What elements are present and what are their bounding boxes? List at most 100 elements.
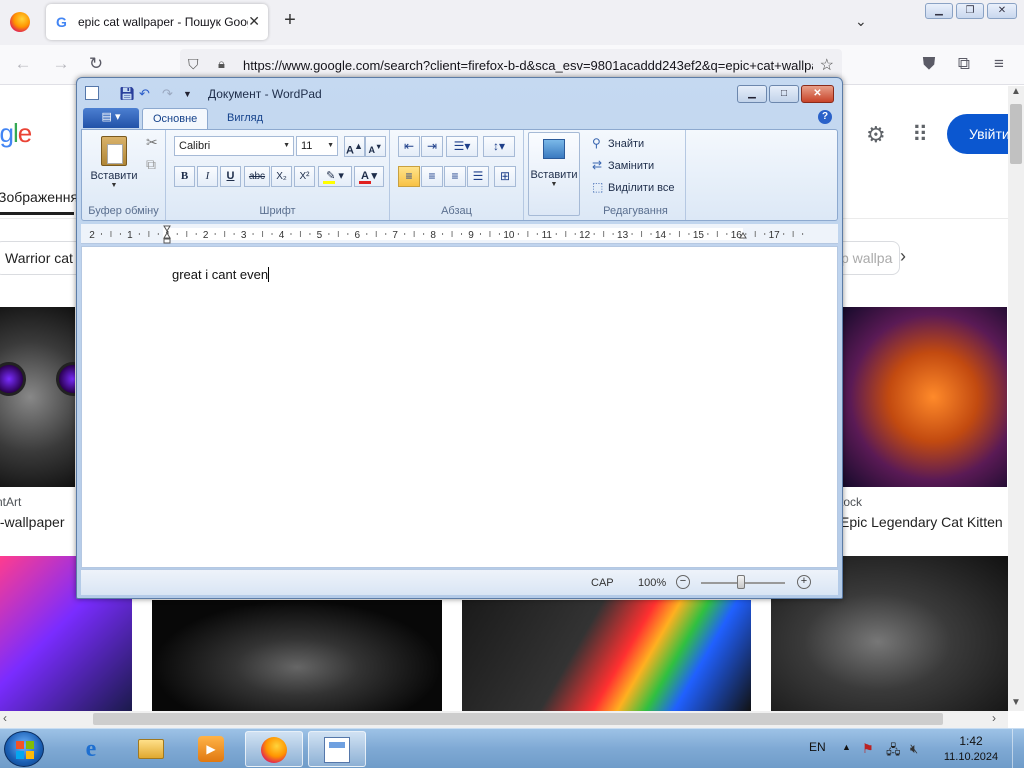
wordpad-title-bar[interactable]: 💾︎ ↶ ↷ ▼ Документ - WordPad ▁ □ ✕ [77, 78, 842, 108]
minimize-button[interactable]: ▁ [737, 85, 767, 103]
undo-icon[interactable]: ↶ [139, 86, 150, 102]
superscript-button[interactable]: X² [294, 166, 315, 187]
show-hidden-icons-arrow-icon[interactable]: ▲ [842, 742, 851, 752]
action-center-flag-icon[interactable]: ⚑ [862, 741, 874, 757]
bookmark-star-icon[interactable]: ☆ [820, 55, 834, 75]
url-text[interactable]: https://www.google.com/search?client=fir… [243, 58, 813, 73]
select-all-button[interactable]: ⬚ Виділити все [592, 180, 674, 194]
clock-time[interactable]: 1:42 [950, 734, 992, 748]
horizontal-scrollbar-thumb[interactable] [93, 713, 943, 725]
tab-view[interactable]: Вигляд [217, 108, 273, 129]
ruler[interactable]: 211234567891011121314151617 [81, 224, 838, 244]
find-button[interactable]: ⚲ Знайти [592, 136, 644, 150]
zoom-out-button[interactable]: − [676, 575, 690, 589]
shrink-font-button[interactable]: A▼ [365, 136, 386, 157]
vertical-scrollbar-thumb[interactable] [1010, 104, 1022, 164]
browser-tab[interactable]: G epic cat wallpaper - Пошук Google ✕ [46, 4, 268, 40]
chevron-right-icon[interactable]: › [900, 246, 906, 267]
language-indicator[interactable]: EN [809, 740, 826, 754]
bold-button[interactable]: B [174, 166, 195, 187]
maximize-button[interactable]: □ [769, 85, 799, 103]
font-family-select[interactable]: Calibri ▼ [174, 136, 294, 156]
save-icon[interactable]: 💾︎ [119, 86, 136, 102]
reload-icon[interactable]: ↻ [85, 54, 107, 74]
sign-in-button[interactable]: Увійти [947, 114, 1008, 154]
firefox-logo-icon[interactable] [10, 12, 30, 32]
subscript-button[interactable]: X₂ [271, 166, 292, 187]
tracking-shield-icon[interactable]: ⛉ [188, 56, 199, 73]
result-image-rainbow-cat[interactable] [462, 600, 751, 711]
document-text[interactable]: great i cant even [172, 267, 270, 282]
clock-date[interactable]: 11.10.2024 [936, 751, 1006, 763]
apps-grid-icon[interactable]: ⠿ [912, 122, 928, 148]
close-button[interactable]: ✕ [801, 85, 834, 103]
ruler-scale[interactable]: 211234567891011121314151617 [81, 224, 838, 244]
wordpad-app-icon[interactable] [85, 86, 99, 100]
hamburger-menu-icon[interactable]: ≡ [988, 54, 1010, 74]
volume-muted-icon[interactable]: 🔇︎ [910, 741, 918, 757]
list-tabs-chevron-icon[interactable]: ⌄ [855, 13, 867, 30]
extensions-icon[interactable]: ⧉ [953, 54, 975, 74]
font-size-select[interactable]: 11 ▼ [296, 136, 338, 156]
paste-button[interactable]: Вставити ▼ [90, 134, 138, 192]
tab-home[interactable]: Основне [142, 108, 209, 129]
scroll-down-arrow-icon[interactable]: ▼ [1011, 697, 1021, 708]
result-image-hooded-cat[interactable] [152, 600, 442, 711]
paragraph-dialog-icon[interactable]: ⊞ [494, 166, 516, 187]
network-icon[interactable]: 🖧︎ [886, 741, 901, 763]
taskbar-file-explorer[interactable] [122, 731, 180, 767]
justify-icon[interactable]: ☰ [467, 166, 489, 187]
maximize-button[interactable]: ❐ [956, 3, 984, 19]
lock-icon[interactable]: 🔒︎ [218, 56, 225, 72]
document-area[interactable]: great i cant even [81, 246, 838, 568]
align-center-icon[interactable]: ≡ [421, 166, 443, 187]
scroll-right-arrow-icon[interactable]: › [992, 711, 996, 725]
taskbar-wordpad[interactable] [308, 731, 366, 767]
result-title[interactable]: t-wallpaper [0, 514, 76, 530]
pocket-icon[interactable]: ⛊ [918, 54, 940, 74]
copy-icon[interactable]: ⧉ [146, 156, 156, 173]
grow-font-button[interactable]: A▲ [344, 136, 365, 157]
back-arrow-icon[interactable]: ← [12, 54, 34, 74]
insert-button[interactable]: Вставити ▼ [528, 132, 580, 216]
close-tab-icon[interactable]: ✕ [248, 13, 260, 30]
vertical-scrollbar[interactable] [1008, 86, 1024, 711]
close-window-button[interactable]: ✕ [987, 3, 1017, 19]
google-logo[interactable]: ogle [0, 118, 32, 149]
forward-arrow-icon[interactable]: → [50, 54, 72, 74]
cut-scissors-icon[interactable]: ✂ [146, 134, 158, 151]
align-left-icon[interactable]: ≡ [398, 166, 420, 187]
align-right-icon[interactable]: ≡ [444, 166, 466, 187]
show-desktop-button[interactable] [1012, 729, 1024, 768]
highlight-color-button[interactable]: ✎ ▾ [318, 166, 352, 187]
result-title[interactable]: Epic Legendary Cat Kitten [840, 514, 1008, 530]
bullet-list-icon[interactable]: ☰▾ [446, 136, 478, 157]
filter-chip[interactable]: Warrior cat [0, 241, 84, 275]
taskbar-firefox[interactable] [245, 731, 303, 767]
decrease-indent-icon[interactable]: ⇤ [398, 136, 420, 157]
increase-indent-icon[interactable]: ⇥ [421, 136, 443, 157]
settings-gear-icon[interactable]: ⚙ [866, 122, 886, 148]
taskbar-media-player[interactable]: ▶ [182, 731, 240, 767]
strikethrough-button[interactable]: abc [244, 166, 270, 187]
minimize-button[interactable]: ▁ [925, 3, 953, 19]
taskbar-internet-explorer[interactable]: e [62, 731, 120, 767]
italic-button[interactable]: I [197, 166, 218, 187]
scroll-up-arrow-icon[interactable]: ▲ [1011, 86, 1021, 97]
redo-icon[interactable]: ↷ [162, 86, 173, 102]
replace-button[interactable]: ⇄ Замінити [592, 158, 654, 172]
result-image-cosmic-cat[interactable] [843, 307, 1007, 487]
tab-images[interactable]: Зображення [0, 189, 78, 205]
line-spacing-icon[interactable]: ↕▾ [483, 136, 515, 157]
help-icon[interactable]: ? [818, 110, 832, 124]
zoom-in-button[interactable]: + [797, 575, 811, 589]
left-indent-marker[interactable] [163, 238, 171, 244]
underline-button[interactable]: U [220, 166, 241, 187]
file-menu-button[interactable]: ▤ ▾ [83, 108, 139, 128]
zoom-slider-thumb[interactable] [737, 575, 745, 589]
font-color-button[interactable]: A ▾ [354, 166, 384, 187]
scroll-left-arrow-icon[interactable]: ‹ [3, 711, 7, 725]
customize-toolbar-icon[interactable]: ▼ [183, 89, 192, 99]
result-image-cat-sunglasses[interactable] [0, 307, 75, 487]
new-tab-button[interactable]: + [280, 9, 300, 32]
